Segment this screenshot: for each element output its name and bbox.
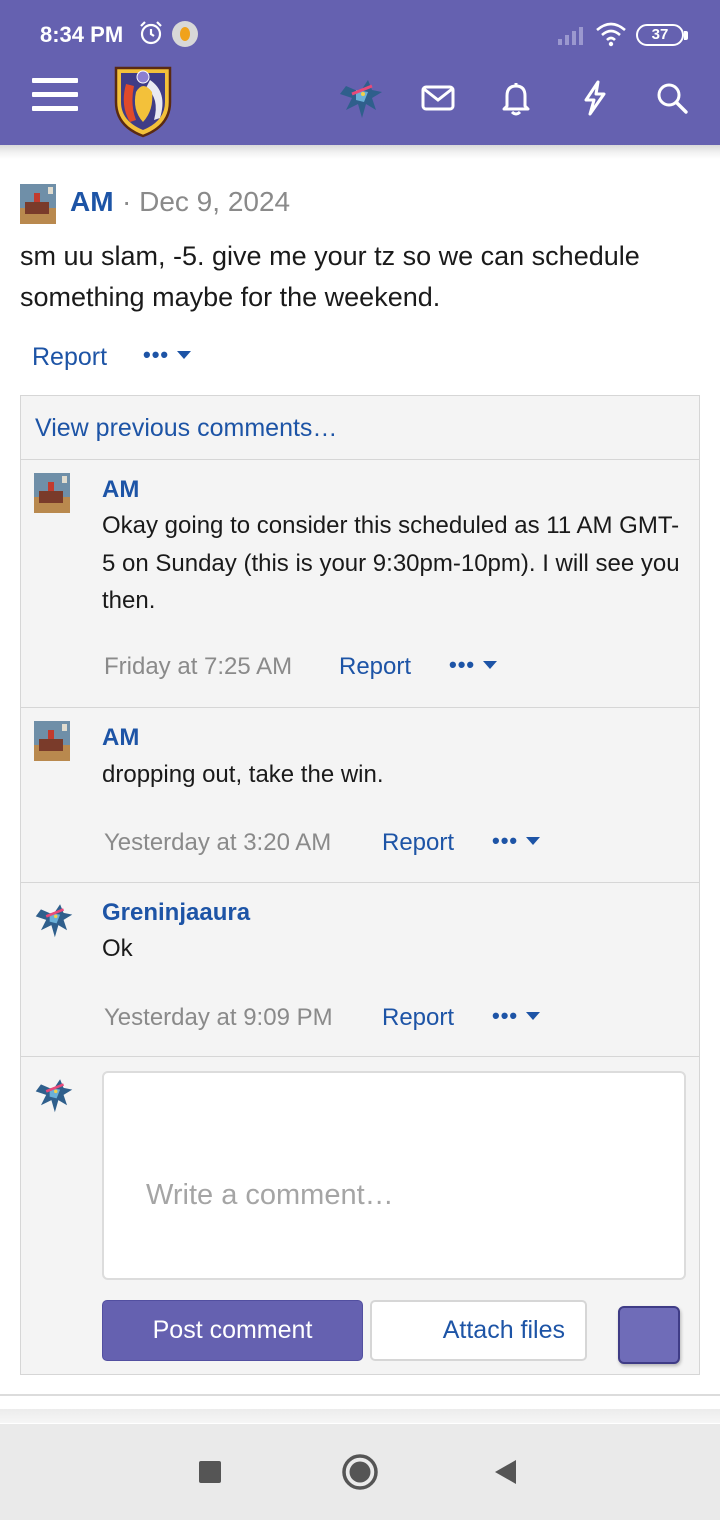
comment-time[interactable]: Yesterday at 9:09 PM	[104, 1004, 333, 1032]
divider	[0, 1409, 720, 1423]
wifi-icon	[596, 22, 626, 47]
more-options-button[interactable]: •••	[492, 828, 541, 854]
app-notification-icon	[172, 21, 198, 47]
home-icon[interactable]	[341, 1453, 379, 1491]
divider	[21, 1056, 699, 1057]
chevron-down-icon	[177, 351, 192, 359]
more-dots-icon: •••	[492, 1003, 519, 1028]
chevron-down-icon	[526, 1012, 541, 1020]
avatar[interactable]	[34, 721, 70, 761]
divider	[21, 707, 699, 708]
menu-icon	[32, 78, 78, 83]
chevron-down-icon	[526, 837, 541, 845]
avatar[interactable]	[34, 895, 74, 943]
report-link[interactable]: Report	[339, 653, 411, 681]
divider	[21, 882, 699, 883]
post-date: · Dec 9, 2024	[122, 186, 291, 217]
more-dots-icon: •••	[492, 828, 519, 853]
post-body: sm uu slam, -5. give me your tz so we ca…	[20, 241, 640, 312]
comment-time[interactable]: Yesterday at 3:20 AM	[104, 829, 331, 857]
current-user-avatar	[35, 1079, 73, 1113]
attach-files-button[interactable]: Attach files	[370, 1300, 587, 1361]
back-icon[interactable]	[492, 1458, 518, 1486]
header-shadow	[0, 145, 720, 159]
status-time: 8:34 PM	[40, 22, 124, 47]
more-dots-icon: •••	[143, 342, 170, 367]
floating-action-button[interactable]	[618, 1306, 680, 1364]
bolt-icon	[584, 80, 606, 116]
search-button[interactable]	[652, 78, 692, 118]
chevron-down-icon	[483, 661, 498, 669]
user-avatar-icon[interactable]	[338, 72, 384, 122]
report-link[interactable]: Report	[382, 1004, 454, 1032]
system-navigation-bar	[0, 1424, 720, 1520]
more-dots-icon: •••	[449, 652, 476, 677]
more-options-button[interactable]: •••	[143, 342, 192, 368]
avatar[interactable]	[34, 473, 70, 513]
alarm-icon	[140, 21, 162, 45]
report-link[interactable]: Report	[32, 343, 107, 372]
comment-author[interactable]: Greninjaaura	[102, 899, 250, 927]
battery-icon: 37	[636, 24, 688, 46]
comment-input[interactable]: Write a comment…	[102, 1071, 686, 1280]
comment-time[interactable]: Friday at 7:25 AM	[104, 653, 292, 681]
forum-logo[interactable]	[110, 62, 176, 138]
alerts-button[interactable]	[496, 78, 536, 118]
search-icon	[657, 83, 688, 114]
post-date-value[interactable]: Dec 9, 2024	[139, 186, 290, 217]
comment-text: Okay going to consider this scheduled as…	[102, 512, 680, 614]
mail-button[interactable]	[418, 78, 458, 118]
more-options-button[interactable]: •••	[492, 1003, 541, 1029]
post-comment-button[interactable]: Post comment	[102, 1300, 363, 1361]
signal-icon	[558, 27, 583, 45]
view-previous-comments-link[interactable]: View previous comments…	[35, 414, 337, 443]
report-link[interactable]: Report	[382, 829, 454, 857]
more-options-button[interactable]: •••	[449, 652, 498, 678]
menu-button[interactable]	[32, 78, 78, 118]
avatar[interactable]	[20, 184, 56, 224]
post-author[interactable]: AM	[70, 186, 114, 218]
whats-new-button[interactable]	[574, 78, 614, 118]
comment-text: dropping out, take the win.	[102, 761, 384, 788]
comment-text: Ok	[102, 935, 133, 962]
app-header: 8:34 PM 37	[0, 0, 720, 145]
mail-icon	[421, 85, 455, 111]
comment-author[interactable]: AM	[102, 476, 139, 504]
recents-icon[interactable]	[198, 1460, 222, 1484]
comments-section: View previous comments… AM Okay going to…	[20, 395, 700, 1375]
divider	[21, 459, 699, 460]
comment-author[interactable]: AM	[102, 724, 139, 752]
divider	[0, 1394, 720, 1396]
bell-icon	[502, 83, 530, 116]
